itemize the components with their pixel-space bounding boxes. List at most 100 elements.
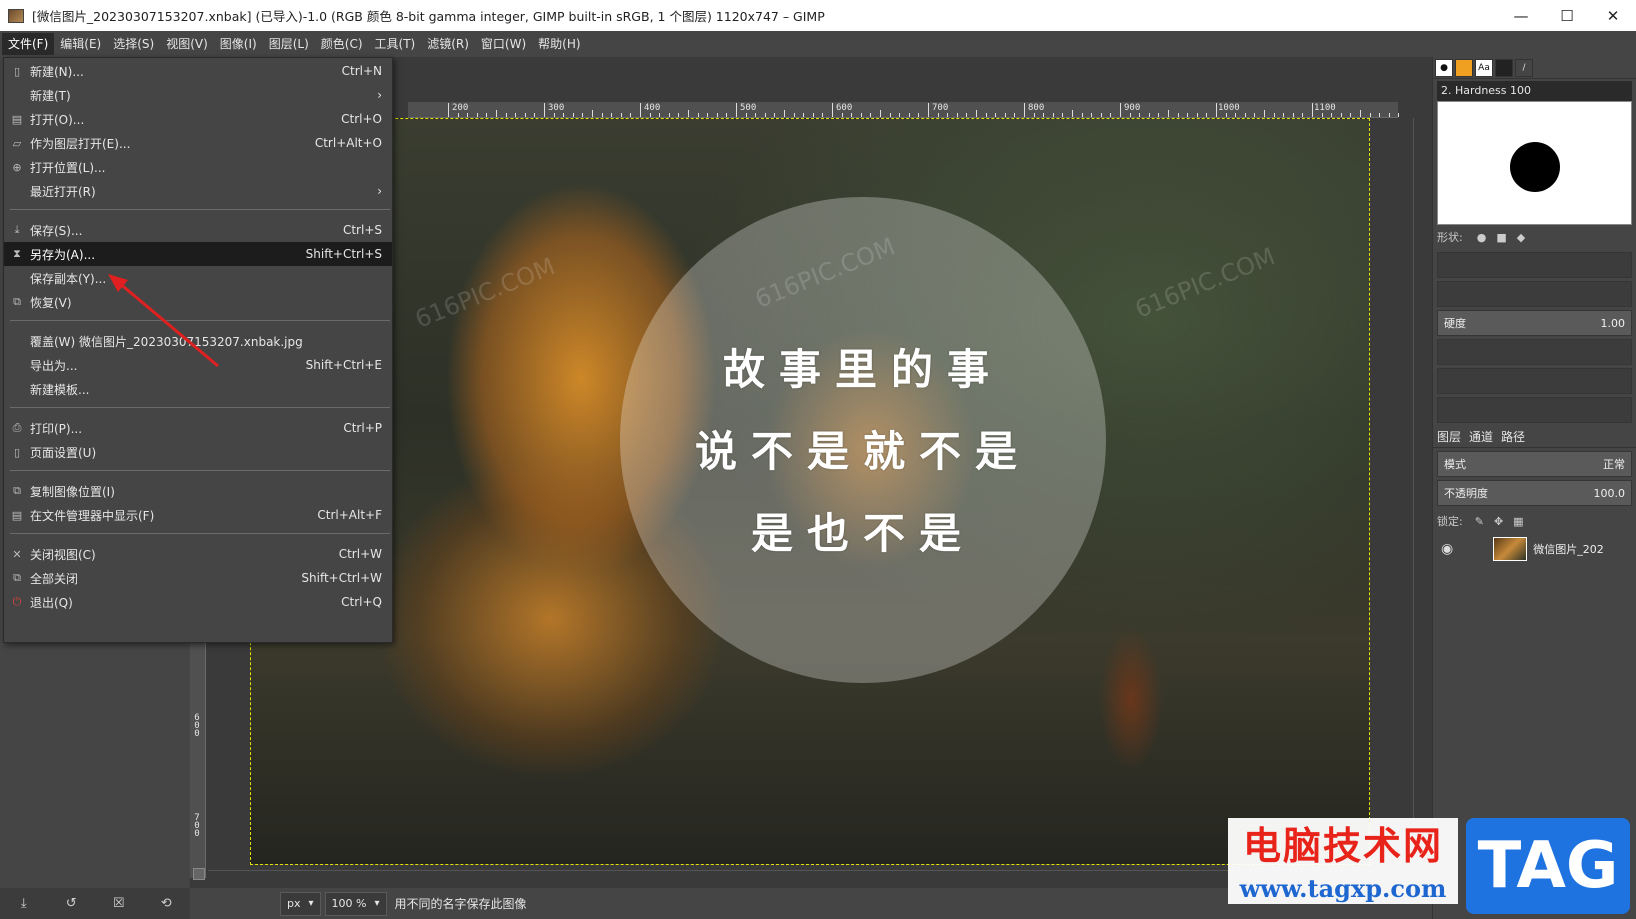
menu-item-overwrite[interactable]: 覆盖(W) 微信图片_20230307153207.xnbak.jpg — [4, 329, 392, 353]
menu-item-save[interactable]: ⤓ 保存(S)... Ctrl+S — [4, 218, 392, 242]
channels-tab[interactable]: 通道 — [1469, 428, 1493, 445]
hardness-slider[interactable]: 硬度 1.00 — [1437, 310, 1632, 336]
ruler-tick — [1398, 113, 1400, 117]
menu-item-show-in-file-manager[interactable]: ▤ 在文件管理器中显示(F) Ctrl+Alt+F — [4, 503, 392, 527]
diamond-shape-icon[interactable]: ◆ — [1517, 231, 1525, 244]
menu-item-create-template[interactable]: 新建模板... — [4, 377, 392, 401]
paths-tab[interactable]: 路径 — [1501, 428, 1525, 445]
lock-position-icon[interactable]: ✥ — [1494, 515, 1503, 528]
ruler-tick — [640, 103, 641, 117]
close-button[interactable]: ✕ — [1590, 0, 1636, 31]
ruler-tick — [1254, 113, 1256, 117]
vertical-scrollbar[interactable] — [1413, 118, 1427, 878]
menu-item-revert[interactable]: ⧉ 恢复(V) — [4, 290, 392, 314]
quick-mask-toggle[interactable] — [193, 868, 205, 880]
menu-select[interactable]: 选择(S) — [107, 33, 160, 55]
chevron-down-icon: ▾ — [308, 898, 314, 909]
menu-view[interactable]: 视图(V) — [160, 33, 214, 55]
unit-select[interactable]: px ▾ — [280, 891, 321, 916]
ruler-tick — [793, 113, 795, 117]
menu-item-print[interactable]: ⎙ 打印(P)... Ctrl+P — [4, 416, 392, 440]
angle-slider[interactable] — [1437, 368, 1632, 394]
menu-item-new[interactable]: ▯ 新建(N)... Ctrl+N — [4, 59, 392, 83]
reset-icon[interactable]: ⟲ — [157, 895, 175, 913]
brushes-tab-icon[interactable]: ● — [1435, 58, 1453, 77]
ruler-tick — [1388, 113, 1390, 117]
mode-value: 正常 — [1603, 458, 1625, 471]
print-icon: ⎙ — [12, 421, 22, 434]
aspect-ratio-slider[interactable] — [1437, 339, 1632, 365]
menu-help[interactable]: 帮助(H) — [532, 33, 586, 55]
lock-row: 锁定: ✎ ✥ ▦ — [1433, 509, 1636, 533]
menu-tools[interactable]: 工具(T) — [369, 33, 422, 55]
ruler-tick — [1379, 113, 1381, 117]
poem-text: 故事里的事 说不是就不是 是也不是 — [620, 329, 1106, 575]
ruler-tick — [1168, 110, 1169, 117]
ruler-tick — [620, 113, 622, 117]
ruler-tick — [908, 113, 910, 117]
layers-tab[interactable]: 图层 — [1437, 428, 1461, 445]
maximize-button[interactable]: ☐ — [1544, 0, 1590, 31]
ruler-tick — [1033, 113, 1035, 117]
restore-icon[interactable]: ↺ — [62, 895, 80, 913]
visibility-eye-icon[interactable]: ◉ — [1441, 541, 1453, 557]
gradients-tab-icon[interactable] — [1495, 58, 1513, 77]
close-all-icon: ⧉ — [13, 571, 21, 584]
menu-item-open[interactable]: ▤ 打开(O)... Ctrl+O — [4, 107, 392, 131]
ruler-tick — [966, 113, 968, 117]
ruler-tick — [678, 113, 680, 117]
layer-row[interactable]: ◉ 微信图片_202 — [1433, 533, 1636, 565]
patterns-tab-icon[interactable] — [1455, 58, 1473, 77]
menu-filters[interactable]: 滤镜(R) — [421, 33, 475, 55]
menu-file[interactable]: 文件(F) — [2, 33, 55, 55]
ruler-tick — [601, 113, 603, 117]
menu-item-open-as-layers[interactable]: ▱ 作为图层打开(E)... Ctrl+Alt+O — [4, 131, 392, 155]
menu-item-save-copy[interactable]: 保存副本(Y)... — [4, 266, 392, 290]
ruler-tick — [668, 113, 670, 117]
mode-select[interactable]: 模式 正常 — [1437, 451, 1632, 477]
menu-image[interactable]: 图像(I) — [214, 33, 263, 55]
image-watermark: 616PIC.COM — [411, 252, 559, 334]
zoom-select[interactable]: 100 % ▾ — [324, 891, 387, 916]
menu-item-page-setup[interactable]: ▯ 页面设置(U) — [4, 440, 392, 464]
quit-icon: ⏻ — [12, 595, 22, 608]
fonts-tab-icon[interactable]: Aa — [1475, 58, 1493, 77]
paint-dynamics-tab-icon[interactable]: / — [1515, 58, 1533, 77]
ruler-tick — [928, 103, 929, 117]
menu-item-save-as[interactable]: ⧗ 另存为(A)... Shift+Ctrl+S — [4, 242, 392, 266]
menu-item-recent[interactable]: 最近打开(R) › — [4, 179, 392, 203]
window-title: [微信图片_20230307153207.xnbak] (已导入)-1.0 (R… — [32, 9, 825, 24]
menu-colors[interactable]: 颜色(C) — [315, 33, 369, 55]
ruler-tick — [1014, 113, 1016, 117]
delete-icon[interactable]: ☒ — [110, 895, 128, 913]
square-shape-icon[interactable]: ■ — [1496, 231, 1506, 244]
ruler-tick — [1110, 113, 1112, 117]
spacing-slider[interactable] — [1437, 397, 1632, 423]
menu-item-open-location[interactable]: ⊕ 打开位置(L)... — [4, 155, 392, 179]
menu-item-close-all[interactable]: ⧉ 全部关闭 Shift+Ctrl+W — [4, 566, 392, 590]
brush-preview[interactable] — [1437, 101, 1632, 225]
spikes-slider[interactable] — [1437, 281, 1632, 307]
radius-slider[interactable] — [1437, 252, 1632, 278]
ruler-tick — [486, 113, 488, 117]
menu-item-export-as[interactable]: 导出为... Shift+Ctrl+E — [4, 353, 392, 377]
menu-item-quit[interactable]: ⏻ 退出(Q) Ctrl+Q — [4, 590, 392, 614]
menu-layer[interactable]: 图层(L) — [263, 33, 315, 55]
save-tool-preset-icon[interactable]: ⤓ — [15, 895, 33, 913]
lock-alpha-icon[interactable]: ▦ — [1513, 515, 1523, 528]
brush-dock-tabs: ● Aa / — [1433, 57, 1636, 79]
minimize-button[interactable]: — — [1498, 0, 1544, 31]
hardness-value: 1.00 — [1600, 316, 1626, 330]
menu-item-new-template[interactable]: 新建(T) › — [4, 83, 392, 107]
opacity-slider[interactable]: 不透明度 100.0 — [1437, 480, 1632, 506]
ruler-label: 800 — [1028, 103, 1045, 113]
menu-edit[interactable]: 编辑(E) — [54, 33, 107, 55]
image-canvas[interactable]: 616PIC.COM 616PIC.COM 616PIC.COM 故事里的事 说… — [250, 118, 1370, 865]
lock-pixels-icon[interactable]: ✎ — [1475, 515, 1484, 528]
menu-separator — [10, 209, 390, 210]
menu-item-close-view[interactable]: ✕ 关闭视图(C) Ctrl+W — [4, 542, 392, 566]
menu-item-copy-location[interactable]: ⧉ 复制图像位置(I) — [4, 479, 392, 503]
menu-windows[interactable]: 窗口(W) — [475, 33, 532, 55]
page-setup-icon: ▯ — [13, 445, 21, 459]
circle-shape-icon[interactable]: ● — [1477, 231, 1487, 244]
